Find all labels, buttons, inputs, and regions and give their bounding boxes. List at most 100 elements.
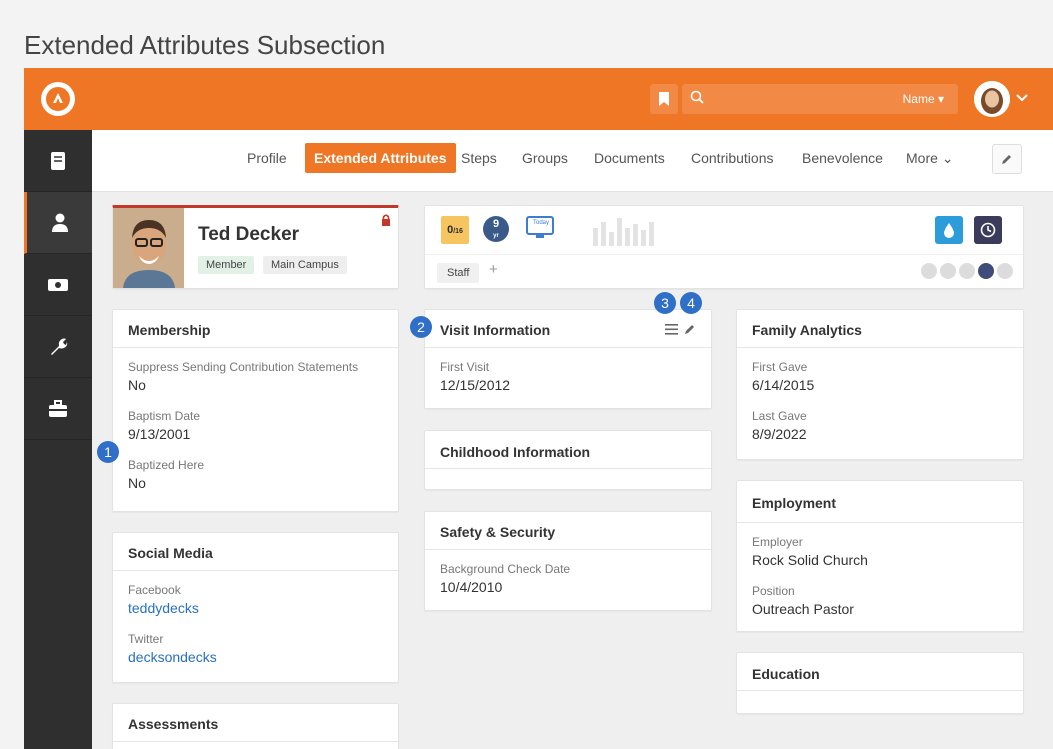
search-icon [690,90,704,109]
person-name: Ted Decker [198,224,300,245]
today-badge[interactable]: Today [526,216,554,240]
field-value: No [128,377,146,393]
field-label: Suppress Sending Contribution Statements [128,360,359,374]
callout-marker: 4 [680,292,702,314]
pencil-icon[interactable] [684,322,696,340]
social-icon[interactable] [940,263,956,279]
tab-extended-attributes[interactable]: Extended Attributes [305,143,456,173]
childhood-title: Childhood Information [425,431,711,469]
search-bar[interactable]: Name ▾ [682,84,958,114]
employment-title: Employment [737,481,1023,523]
badges-card: 0/16 9 yr Today Staff + [424,205,1024,289]
book-icon [51,151,65,170]
add-tag-button[interactable]: + [489,261,498,278]
field-label: First Visit [440,360,490,374]
assessments-card: Assessments [112,703,399,749]
rock-app: Name ▾ Profile Extended Attributes Steps [24,68,1053,749]
sidebar-item-notes[interactable] [24,130,92,192]
education-title: Education [737,653,1023,691]
field-label: Facebook [128,583,181,597]
sidebar-item-finance[interactable] [24,254,92,316]
badge-member: Member [198,256,255,274]
list-icon[interactable] [665,322,678,340]
years-badge[interactable]: 9 yr [483,216,509,242]
field-label: Position [752,584,795,598]
bookmark-icon[interactable] [650,84,678,114]
twitter-link[interactable]: decksondecks [128,649,383,665]
employment-card: Employment Employer Rock Solid Church Po… [736,480,1024,632]
facebook-link[interactable]: teddydecks [128,600,383,616]
field-value: 12/15/2012 [440,377,511,393]
visit-information-card: Visit Information First Visit 12/15/2012 [424,309,712,409]
edit-person-button[interactable] [992,144,1022,174]
field-value: 10/4/2010 [440,579,503,595]
today-label: Today [533,220,550,226]
social-icons [921,263,1013,279]
callout-marker: 1 [97,441,119,463]
sidebar-item-tools[interactable] [24,316,92,378]
family-analytics-card: Family Analytics First Gave 6/14/2015 La… [736,309,1024,460]
sidebar-item-people[interactable] [24,192,92,254]
chevron-down-icon[interactable] [1016,90,1028,108]
person-icon [51,213,68,232]
callout-marker: 2 [410,316,432,338]
rock-logo-icon[interactable] [41,82,75,116]
water-drop-icon[interactable] [935,216,963,244]
field-value: No [128,475,146,491]
tag-staff[interactable]: Staff [437,263,480,283]
clock-icon[interactable] [974,216,1002,244]
social-icon[interactable] [959,263,975,279]
social-icon[interactable] [921,263,937,279]
field-value: 8/9/2022 [752,426,807,442]
social-media-card: Social Media Facebook teddydecks Twitter… [112,532,399,683]
person-card: Ted Decker Member Main Campus [112,205,399,289]
assessments-title: Assessments [113,704,398,742]
safety-security-card: Safety & Security Background Check Date … [424,511,712,611]
tab-profile[interactable]: Profile [247,150,287,166]
field-value: 9/13/2001 [128,426,191,442]
tab-steps[interactable]: Steps [461,150,497,166]
field-value: Outreach Pastor [752,601,854,617]
tab-contributions[interactable]: Contributions [691,150,774,166]
family-title: Family Analytics [737,310,1023,348]
attendance-chart [593,214,663,251]
engagement-badge[interactable]: 0/16 [441,216,469,244]
sidebar-item-admin[interactable] [24,378,92,440]
field-value: Rock Solid Church [752,552,868,568]
money-icon [48,278,68,291]
field-label: Baptized Here [128,458,205,472]
tag-bar: Staff + [425,254,1023,288]
field-label: Last Gave [752,409,807,423]
field-label: Twitter [128,632,164,646]
analytics-icon[interactable] [978,263,994,279]
field-label: First Gave [752,360,808,374]
user-avatar[interactable] [974,81,1010,117]
years-value: 9 [492,218,500,230]
pencil-icon [1002,155,1011,164]
page-caption: Extended Attributes Subsection [24,30,386,60]
badge-campus: Main Campus [263,256,347,274]
field-label: Baptism Date [128,409,201,423]
callout-marker: 3 [654,292,676,314]
social-title: Social Media [113,533,398,571]
tab-more[interactable]: More ⌄ [906,150,954,167]
tab-documents[interactable]: Documents [594,150,665,166]
tab-groups[interactable]: Groups [522,150,568,166]
safety-title: Safety & Security [425,512,711,550]
field-label: Employer [752,535,803,549]
top-bar: Name ▾ [24,68,1053,130]
field-value: 6/14/2015 [752,377,815,393]
person-photo [113,208,184,288]
lock-icon [381,213,391,231]
childhood-information-card: Childhood Information [424,430,712,490]
education-card: Education [736,652,1024,714]
membership-title: Membership [113,310,398,348]
tab-benevolence[interactable]: Benevolence [802,150,883,166]
briefcase-icon [49,399,67,417]
years-unit: yr [493,233,499,239]
search-filter-dropdown[interactable]: Name ▾ [903,92,944,106]
sidebar [24,130,92,749]
membership-card: Membership Suppress Sending Contribution… [112,309,399,512]
social-icon[interactable] [997,263,1013,279]
field-label: Background Check Date [440,562,571,576]
